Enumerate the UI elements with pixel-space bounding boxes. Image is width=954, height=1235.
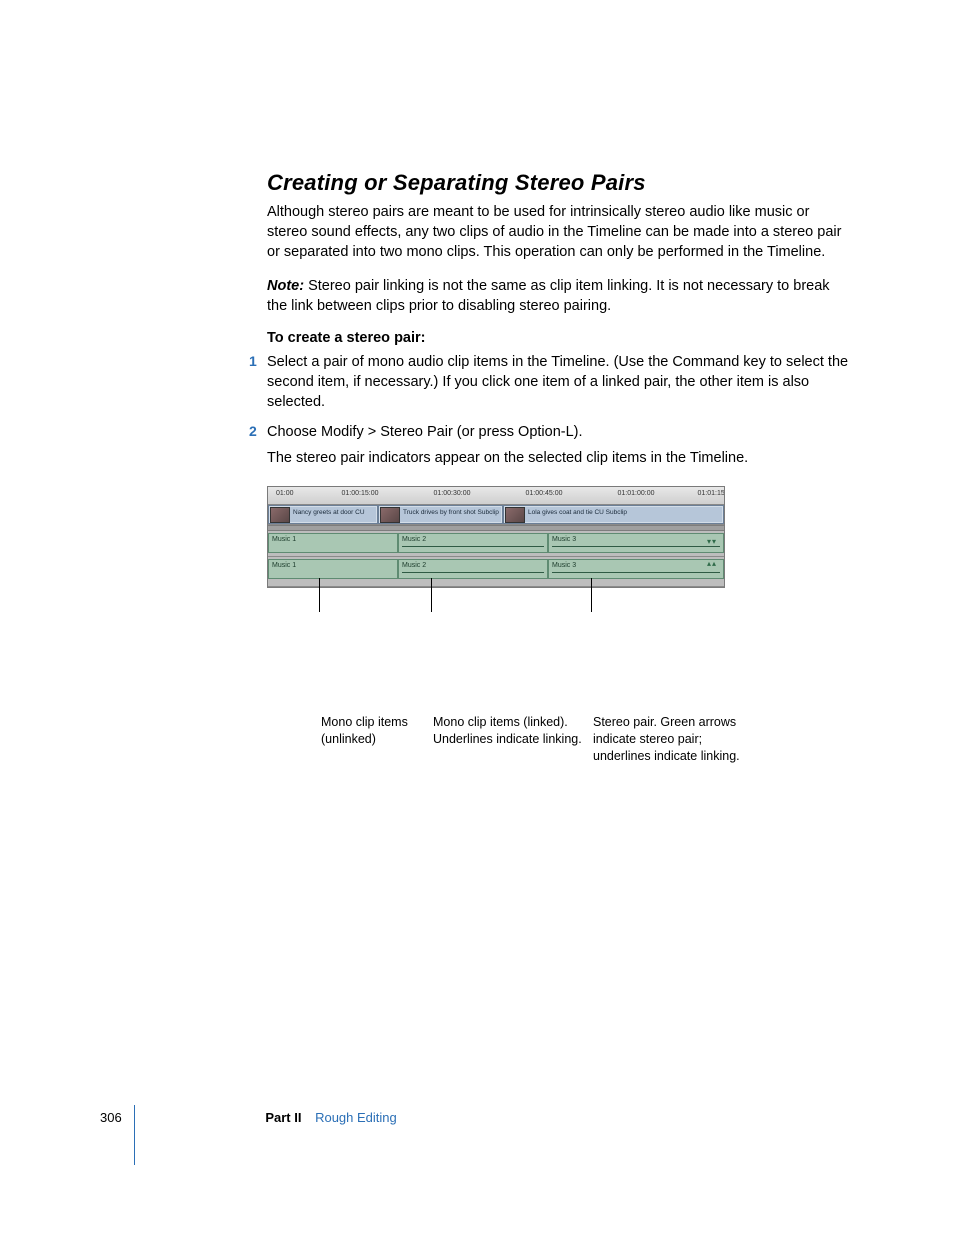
callout-leader bbox=[591, 578, 592, 612]
note-text: Stereo pair linking is not the same as c… bbox=[267, 278, 830, 314]
timeline: 01:00 01:00:15:00 01:00:30:00 01:00:45:0… bbox=[267, 486, 725, 588]
clip-name: Truck drives by front shot Subclip bbox=[403, 509, 500, 516]
page: Creating or Separating Stereo Pairs Alth… bbox=[0, 0, 954, 1235]
link-underline bbox=[552, 572, 720, 573]
timecode-label: 01:00 bbox=[276, 490, 294, 497]
clip-label: Music 2 bbox=[402, 536, 426, 543]
callout-unlinked: Mono clip items (unlinked) bbox=[321, 714, 431, 748]
step-number: 1 bbox=[249, 352, 257, 371]
content-area: Creating or Separating Stereo Pairs Alth… bbox=[267, 170, 853, 588]
timecode-label: 01:01:00:00 bbox=[618, 490, 655, 497]
timeline-ruler: 01:00 01:00:15:00 01:00:30:00 01:00:45:0… bbox=[268, 487, 724, 505]
stereo-indicator-icon: ▴▴ bbox=[707, 559, 717, 568]
video-clip: Lola gives coat and tie CU Subclip bbox=[503, 505, 724, 524]
intro-paragraph: Although stereo pairs are meant to be us… bbox=[267, 202, 853, 262]
step-2: 2 Choose Modify > Stereo Pair (or press … bbox=[267, 422, 853, 468]
callout-stereo: Stereo pair. Green arrows indicate stere… bbox=[593, 714, 763, 765]
audio-track-1: Music 1 Music 2 Music 3 ▾▾ bbox=[268, 531, 724, 557]
link-underline bbox=[402, 572, 544, 573]
note-label: Note: bbox=[267, 278, 304, 294]
timecode-label: 01:00:30:00 bbox=[434, 490, 471, 497]
audio-clip: Music 1 bbox=[268, 533, 398, 553]
timecode-label: 01:00:15:00 bbox=[342, 490, 379, 497]
clip-label: Music 1 bbox=[272, 536, 296, 543]
clip-name: Lola gives coat and tie CU Subclip bbox=[528, 509, 721, 516]
video-clip: Nancy greets at door CU bbox=[268, 505, 378, 524]
clip-thumbnail bbox=[505, 507, 525, 523]
note-paragraph: Note: Stereo pair linking is not the sam… bbox=[267, 276, 853, 316]
timecode-label: 01:00:45:00 bbox=[526, 490, 563, 497]
audio-clip: Music 1 bbox=[268, 559, 398, 579]
audio-clip: Music 3 ▾▾ bbox=[548, 533, 724, 553]
step-number: 2 bbox=[249, 422, 257, 441]
video-clip: Truck drives by front shot Subclip bbox=[378, 505, 503, 524]
clip-label: Music 1 bbox=[272, 562, 296, 569]
callout-leader bbox=[319, 578, 320, 612]
timeline-figure: 01:00 01:00:15:00 01:00:30:00 01:00:45:0… bbox=[267, 486, 725, 588]
timecode-label: 01:01:15:00 bbox=[698, 490, 725, 497]
video-track: Nancy greets at door CU Truck drives by … bbox=[268, 505, 724, 525]
procedure-lead: To create a stereo pair: bbox=[267, 330, 853, 346]
clip-label: Music 3 bbox=[552, 562, 576, 569]
callout-linked: Mono clip items (linked). Underlines ind… bbox=[433, 714, 583, 748]
page-footer: 306 Part II Rough Editing bbox=[100, 1110, 860, 1125]
step-text: Select a pair of mono audio clip items i… bbox=[267, 354, 848, 410]
part-label: Part II bbox=[265, 1110, 301, 1125]
callout-leader bbox=[431, 578, 432, 612]
procedure-steps: 1 Select a pair of mono audio clip items… bbox=[267, 352, 853, 468]
page-number: 306 bbox=[100, 1110, 122, 1125]
clip-thumbnail bbox=[270, 507, 290, 523]
clip-label: Music 3 bbox=[552, 536, 576, 543]
link-underline bbox=[552, 546, 720, 547]
clip-label: Music 2 bbox=[402, 562, 426, 569]
audio-clip: Music 2 bbox=[398, 533, 548, 553]
section-title: Creating or Separating Stereo Pairs bbox=[267, 170, 853, 196]
chapter-label: Rough Editing bbox=[315, 1110, 397, 1125]
step-text: Choose Modify > Stereo Pair (or press Op… bbox=[267, 424, 583, 440]
clip-name: Nancy greets at door CU bbox=[293, 509, 375, 516]
step-1: 1 Select a pair of mono audio clip items… bbox=[267, 352, 853, 412]
step-result: The stereo pair indicators appear on the… bbox=[267, 448, 853, 468]
audio-clip: Music 3 ▴▴ bbox=[548, 559, 724, 579]
stereo-indicator-icon: ▾▾ bbox=[707, 537, 717, 546]
audio-clip: Music 2 bbox=[398, 559, 548, 579]
clip-thumbnail bbox=[380, 507, 400, 523]
link-underline bbox=[402, 546, 544, 547]
audio-track-2: Music 1 Music 2 Music 3 ▴▴ bbox=[268, 557, 724, 587]
